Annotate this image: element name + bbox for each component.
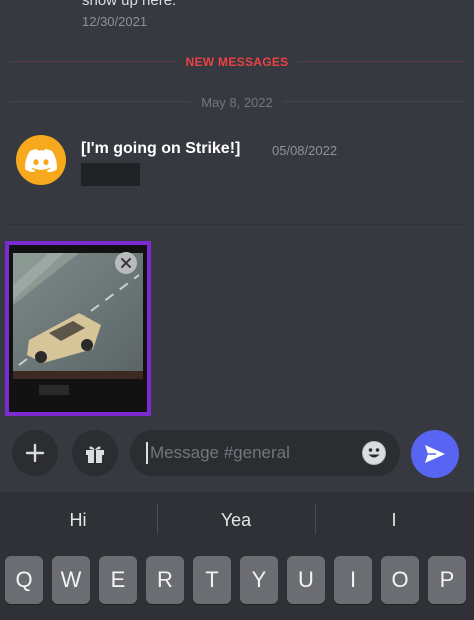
send-button[interactable] [411,430,459,478]
message-timestamp: 05/08/2022 [272,143,338,158]
key-p[interactable]: P [428,556,466,604]
suggestion-3[interactable]: I [316,492,472,548]
avatar[interactable] [16,135,66,185]
message-author[interactable]: [I'm going on Strike!] [81,140,240,158]
gift-button[interactable] [72,430,118,476]
new-messages-label-wrap: NEW MESSAGES [0,53,474,71]
suggestion-1[interactable]: Hi [0,492,156,548]
message-input-container[interactable] [130,430,400,476]
key-t[interactable]: T [193,556,231,604]
suggestion-2[interactable]: Yea [158,492,314,548]
key-o[interactable]: O [381,556,419,604]
previous-message-date: 12/30/2021 [82,14,148,29]
remove-attachment-button[interactable] [115,252,137,274]
gift-icon [86,446,104,463]
key-q[interactable]: Q [5,556,43,604]
keyboard-suggestions: Hi Yea I [0,492,474,548]
date-divider-label: May 8, 2022 [191,95,283,110]
emoji-icon [363,442,385,464]
message-redacted-content [81,163,140,186]
emoji-button[interactable] [362,441,386,465]
plus-icon [25,443,45,463]
attachment-divider [10,224,464,225]
send-icon [425,445,445,463]
key-e[interactable]: E [99,556,137,604]
message-input[interactable] [146,442,346,464]
composer-bar [0,428,474,480]
key-y[interactable]: Y [240,556,278,604]
keyboard: Q W E R T Y U I O P [0,548,474,620]
add-attachment-button[interactable] [12,430,58,476]
new-messages-label: NEW MESSAGES [175,55,299,69]
key-w[interactable]: W [52,556,90,604]
key-r[interactable]: R [146,556,184,604]
previous-message-text: show up here. [82,0,177,9]
close-icon [121,258,131,268]
key-u[interactable]: U [287,556,325,604]
key-i[interactable]: I [334,556,372,604]
date-divider-wrap: May 8, 2022 [0,94,474,112]
chat-panel: show up here. 12/30/2021 NEW MESSAGES Ma… [0,0,474,430]
discord-logo-icon [25,149,57,172]
